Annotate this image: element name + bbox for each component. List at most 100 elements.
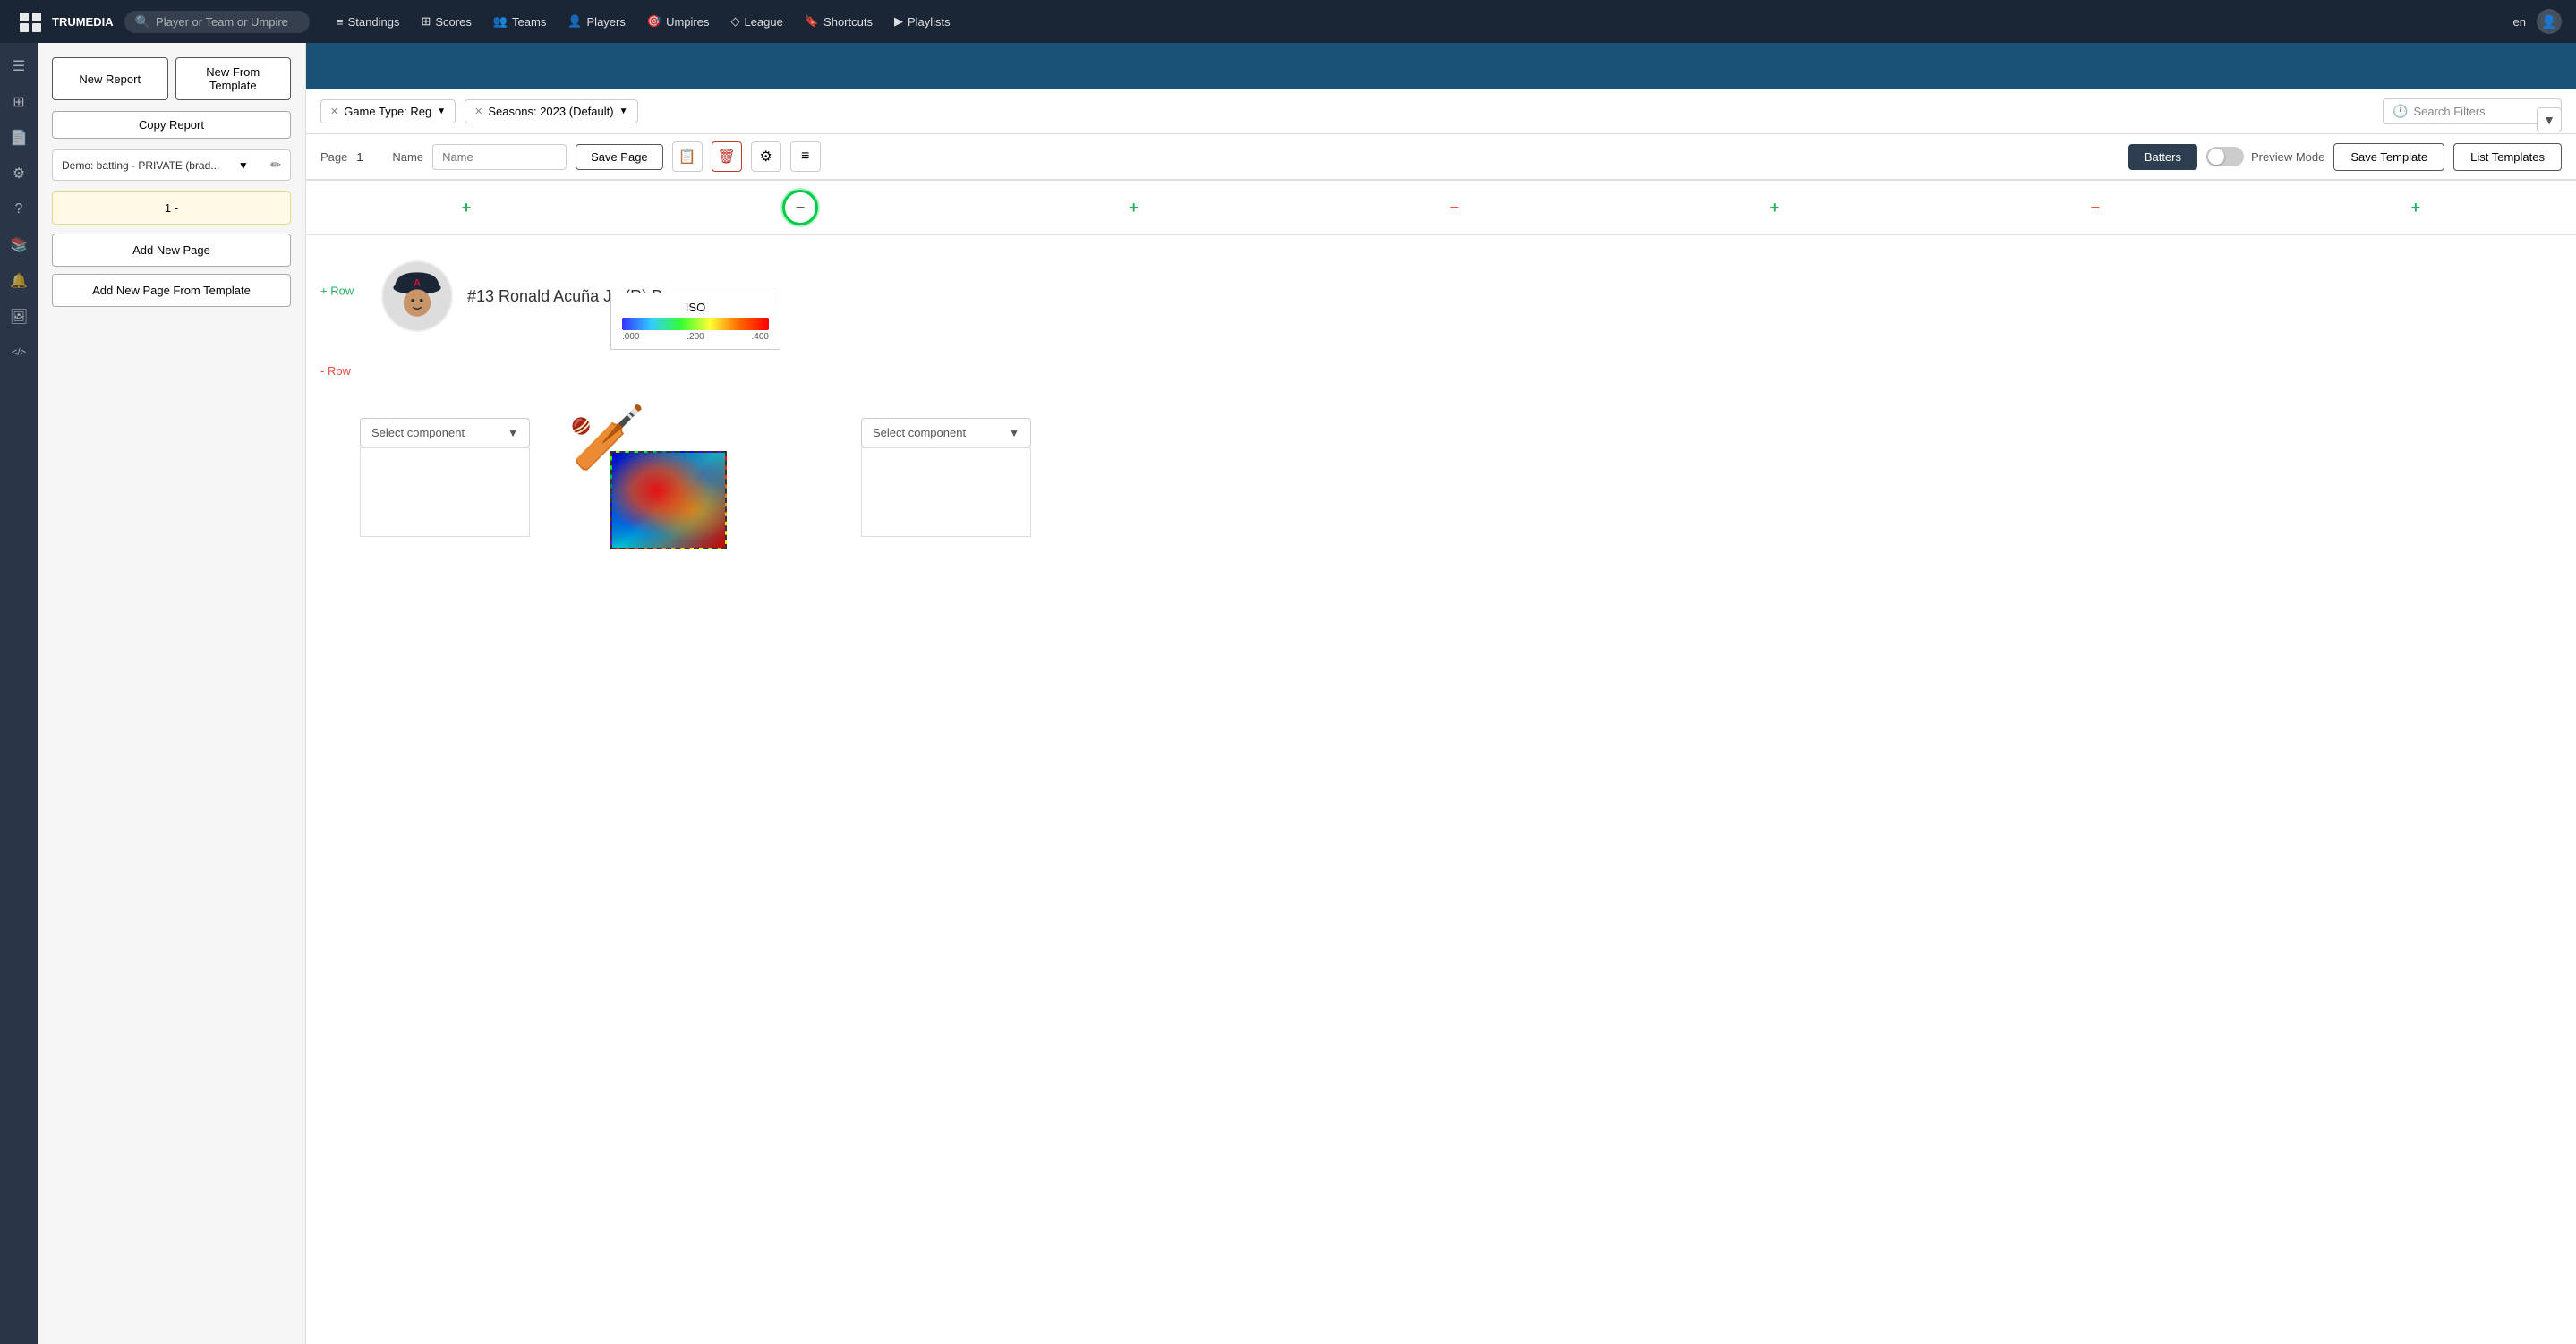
name-label: Name — [392, 150, 423, 164]
nav-item-playlists[interactable]: ▶ Playlists — [885, 9, 960, 34]
playlists-icon: ▶ — [894, 14, 903, 29]
left-sidebar: ☰ ⊞ 📄 ⚙ ? 📚 🔔 🖼 </> — [0, 43, 38, 1344]
copy-page-button[interactable]: 📋 — [672, 141, 703, 172]
scores-icon: ⊞ — [421, 14, 431, 29]
select-component-left[interactable]: Select component ▼ — [360, 418, 530, 447]
nav-right: en 👤 — [2513, 9, 2562, 34]
sidebar-icon-help[interactable]: ? — [3, 193, 35, 225]
alert-icon: 🔔 — [10, 272, 28, 290]
add-new-page-from-template-button[interactable]: Add New Page From Template — [52, 274, 291, 307]
copy-report-button[interactable]: Copy Report — [52, 111, 291, 139]
list-templates-button[interactable]: List Templates — [2453, 143, 2562, 171]
trash-icon: 🗑 — [718, 148, 736, 166]
chevron-icon: ▼ — [2543, 113, 2555, 127]
nav-item-standings[interactable]: ≡ Standings — [328, 10, 408, 34]
umpires-label: Umpires — [666, 15, 709, 29]
user-avatar[interactable]: 👤 — [2537, 9, 2562, 34]
search-input[interactable] — [156, 15, 299, 29]
player-avatar: A — [381, 260, 453, 332]
close-icon[interactable]: ✕ — [474, 106, 482, 117]
sort-icon: ≡ — [801, 149, 809, 165]
page-settings-button[interactable]: ⚙ — [751, 141, 781, 172]
copy-icon: 📋 — [678, 148, 696, 166]
nav-item-umpires[interactable]: 🎯 Umpires — [638, 9, 719, 34]
iso-min-label: .000 — [622, 332, 639, 342]
gear-icon: ⚙ — [760, 148, 772, 166]
plus-control-3[interactable]: + — [1770, 199, 1780, 217]
nav-item-scores[interactable]: ⊞ Scores — [412, 9, 480, 34]
select-component-right[interactable]: Select component ▼ — [861, 418, 1031, 447]
filter-bar: ✕ Game Type: Reg ▼ ✕ Seasons: 2023 (Defa… — [306, 89, 2576, 134]
report-area: + − + − + − + + Row — [306, 180, 2576, 1344]
search-filters[interactable]: 🕐 Search Filters ▼ — [2383, 98, 2562, 124]
sidebar-icon-book[interactable]: 📚 — [3, 229, 35, 261]
page-name-input[interactable] — [432, 144, 567, 170]
save-template-button[interactable]: Save Template — [2333, 143, 2444, 171]
add-row-button[interactable]: + Row — [313, 281, 361, 302]
game-type-filter[interactable]: ✕ Game Type: Reg ▼ — [320, 99, 456, 123]
sidebar-icon-menu[interactable]: ☰ — [3, 50, 35, 82]
nav-item-players[interactable]: 👤 Players — [559, 9, 635, 34]
book-icon: 📚 — [10, 236, 28, 254]
nav-item-league[interactable]: ◇ League — [721, 9, 791, 34]
logo[interactable]: TRUMEDIA — [14, 5, 114, 38]
new-report-button[interactable]: New Report — [52, 57, 168, 100]
close-icon[interactable]: ✕ — [330, 106, 338, 117]
batters-button[interactable]: Batters — [2128, 144, 2197, 170]
season-filter[interactable]: ✕ Seasons: 2023 (Default) ▼ — [465, 99, 637, 123]
edit-icon[interactable]: ✏ — [270, 157, 281, 173]
heatmap-section: ISO .000 .200 .400 — [593, 364, 763, 447]
players-icon: 👤 — [567, 14, 582, 29]
new-from-template-button[interactable]: New From Template — [175, 57, 292, 100]
playlists-label: Playlists — [908, 15, 951, 29]
page-label: Page — [320, 150, 347, 164]
nav-item-teams[interactable]: 👥 Teams — [484, 9, 555, 34]
report-canvas: + − + − + − + + Row — [306, 180, 2576, 1344]
minus-control-2[interactable]: − — [2091, 199, 2101, 217]
sidebar-icon-grid[interactable]: ⊞ — [3, 86, 35, 118]
svg-text:A: A — [414, 278, 421, 289]
sort-button[interactable]: ≡ — [790, 141, 821, 172]
add-row-bar-top: + − + − + − + — [306, 180, 2576, 235]
search-box[interactable]: 🔍 — [124, 11, 310, 33]
preview-mode-toggle-wrap: Preview Mode — [2206, 147, 2324, 166]
chevron-down-icon: ▼ — [619, 106, 628, 116]
standings-icon: ≡ — [337, 15, 344, 29]
minus-control-1[interactable]: − — [1449, 199, 1459, 217]
settings-icon: ⚙ — [13, 165, 25, 183]
save-page-button[interactable]: Save Page — [576, 144, 663, 170]
page-item[interactable]: 1 - — [52, 191, 291, 225]
locale-label[interactable]: en — [2513, 15, 2526, 29]
select-component-left-wrap: Select component ▼ — [360, 418, 530, 537]
demo-report-selector[interactable]: Demo: batting - PRIVATE (brad... ▼ ✏ — [52, 149, 291, 181]
preview-mode-toggle[interactable] — [2206, 147, 2244, 166]
iso-max-label: .400 — [752, 332, 769, 342]
scores-label: Scores — [435, 15, 471, 29]
delete-page-button[interactable]: 🗑 — [712, 141, 742, 172]
circle-minus-button[interactable]: − — [782, 190, 818, 225]
remove-row-button[interactable]: - Row — [313, 361, 358, 381]
history-icon: 🕐 — [2393, 104, 2408, 119]
help-icon: ? — [15, 201, 23, 217]
teams-icon: 👥 — [493, 14, 508, 29]
select-component-label: Select component — [371, 426, 465, 439]
blue-header-bar — [306, 43, 2576, 89]
select-component-right-wrap: Select component ▼ — [861, 418, 1031, 537]
iso-labels: .000 .200 .400 — [622, 332, 769, 342]
content-row: - Row Select component ▼ ISO — [306, 346, 2576, 615]
nav-item-shortcuts[interactable]: 🔖 Shortcuts — [796, 9, 882, 34]
iso-color-bar — [622, 318, 769, 330]
page-name-bar: Page 1 Name Save Page 📋 🗑 ⚙ ≡ Batters Pr… — [306, 134, 2576, 180]
add-new-page-button[interactable]: Add New Page — [52, 234, 291, 267]
plus-control-4[interactable]: + — [2411, 199, 2421, 217]
sidebar-icon-image[interactable]: 🖼 — [3, 301, 35, 333]
document-icon: 📄 — [10, 129, 28, 147]
plus-control-2[interactable]: + — [1129, 199, 1139, 217]
sidebar-icon-settings[interactable]: ⚙ — [3, 157, 35, 190]
code-icon: </> — [12, 347, 26, 358]
plus-control-1[interactable]: + — [462, 199, 472, 217]
sidebar-icon-document[interactable]: 📄 — [3, 122, 35, 154]
collapse-panel-button[interactable]: ▼ — [2537, 107, 2562, 132]
sidebar-icon-code[interactable]: </> — [3, 336, 35, 369]
sidebar-icon-alert[interactable]: 🔔 — [3, 265, 35, 297]
